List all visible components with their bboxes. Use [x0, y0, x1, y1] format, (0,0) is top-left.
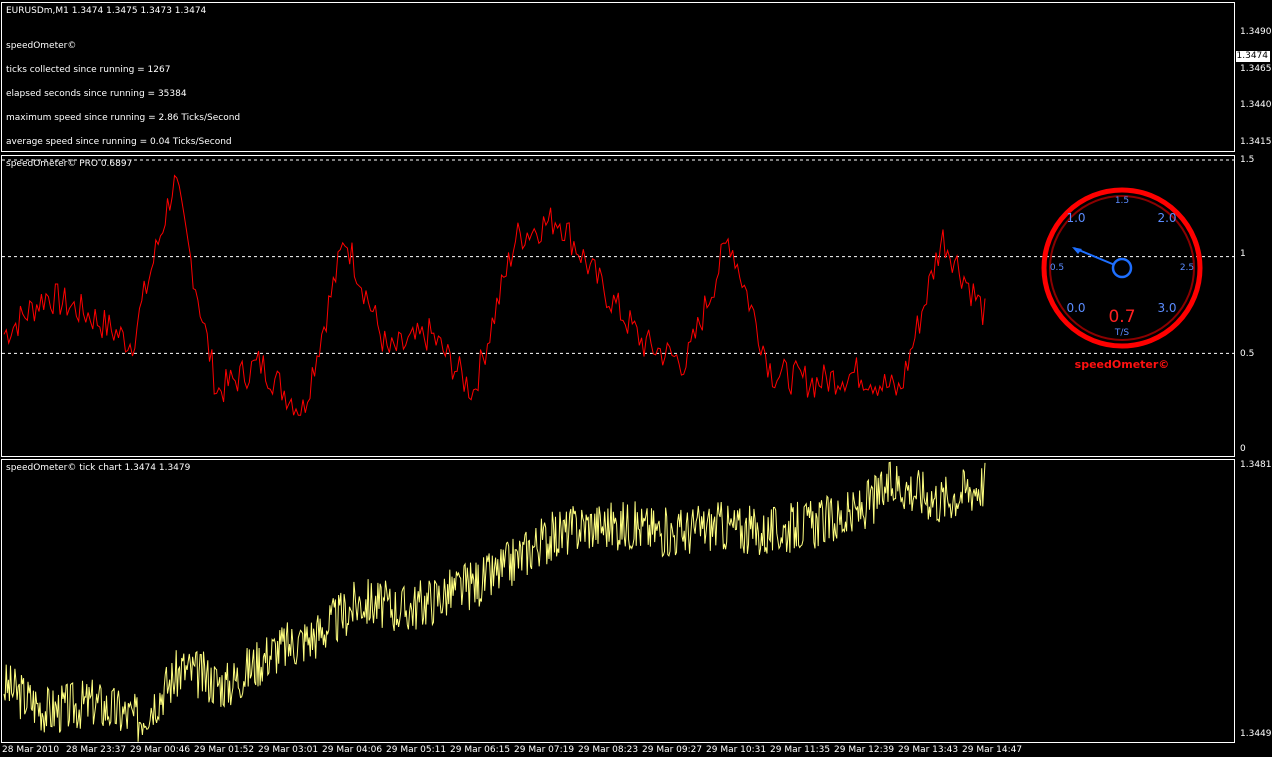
gauge-scale-label: 3.0	[1157, 301, 1176, 315]
tick-scale-label: 1.3449	[1240, 729, 1272, 739]
tick-scale-label: 1.3481	[1240, 460, 1272, 470]
speed-scale-label: 0	[1240, 444, 1246, 454]
speed-series-line	[3, 174, 986, 416]
price-scale-label: 1.3490	[1240, 27, 1272, 37]
time-axis-label: 29 Mar 03:01	[258, 745, 319, 755]
gauge-scale-label: 0.0	[1066, 301, 1085, 315]
price-scale-label: 1.3440	[1240, 100, 1272, 110]
time-axis-label: 29 Mar 13:43	[898, 745, 959, 755]
price-scale-label: 1.3415	[1240, 137, 1272, 147]
chart-canvas: 1.5 1.0 2.0 0.5 2.5 0.0 3.0 0.7T/S speedOmeter©	[2, 159, 1234, 742]
gauge-scale-label: 2.0	[1157, 211, 1176, 225]
time-axis-label: 29 Mar 14:47	[962, 745, 1023, 755]
time-axis-label: 28 Mar 2010	[2, 745, 60, 755]
time-axis-label: 29 Mar 08:23	[578, 745, 639, 755]
gauge-scale-label: 1.5	[1115, 196, 1129, 206]
speed-scale-label: 0.5	[1240, 349, 1255, 359]
gauge-scale-label: 0.5	[1050, 263, 1064, 273]
time-axis-label: 29 Mar 05:11	[386, 745, 447, 755]
gauge-scale-label: 2.5	[1180, 263, 1194, 273]
speedometer-gauge: 1.5 1.0 2.0 0.5 2.5 0.0 3.0 0.7T/S speedOmeter©	[1041, 187, 1203, 371]
gauge-needle-tip	[1072, 247, 1082, 254]
time-axis-label: 29 Mar 00:46	[130, 745, 191, 755]
time-axis-label: 29 Mar 12:39	[834, 745, 895, 755]
price-scale-label: 1.3465	[1240, 64, 1272, 74]
time-axis-label: 29 Mar 11:35	[770, 745, 831, 755]
time-axis-label: 29 Mar 09:27	[642, 745, 703, 755]
current-price-marker: 1.3474	[1236, 51, 1270, 62]
gauge-hub	[1111, 257, 1133, 279]
gauge-value: 0.7	[1108, 307, 1135, 327]
speed-scale-label: 1	[1240, 249, 1246, 259]
gauge-scale-label: 1.0	[1066, 211, 1085, 225]
time-axis-label: 28 Mar 23:37	[66, 745, 127, 755]
speed-scale-label: 1.5	[1240, 155, 1255, 165]
gauge-unit: T/S	[1114, 328, 1130, 338]
gauge-brand: speedOmeter©	[1075, 358, 1170, 371]
time-axis-label: 29 Mar 01:52	[194, 745, 255, 755]
time-axis-label: 29 Mar 06:15	[450, 745, 511, 755]
time-axis-label: 29 Mar 10:31	[706, 745, 767, 755]
time-axis-label: 29 Mar 07:19	[514, 745, 575, 755]
time-axis-label: 29 Mar 04:06	[322, 745, 383, 755]
tick-series-line	[3, 461, 986, 742]
